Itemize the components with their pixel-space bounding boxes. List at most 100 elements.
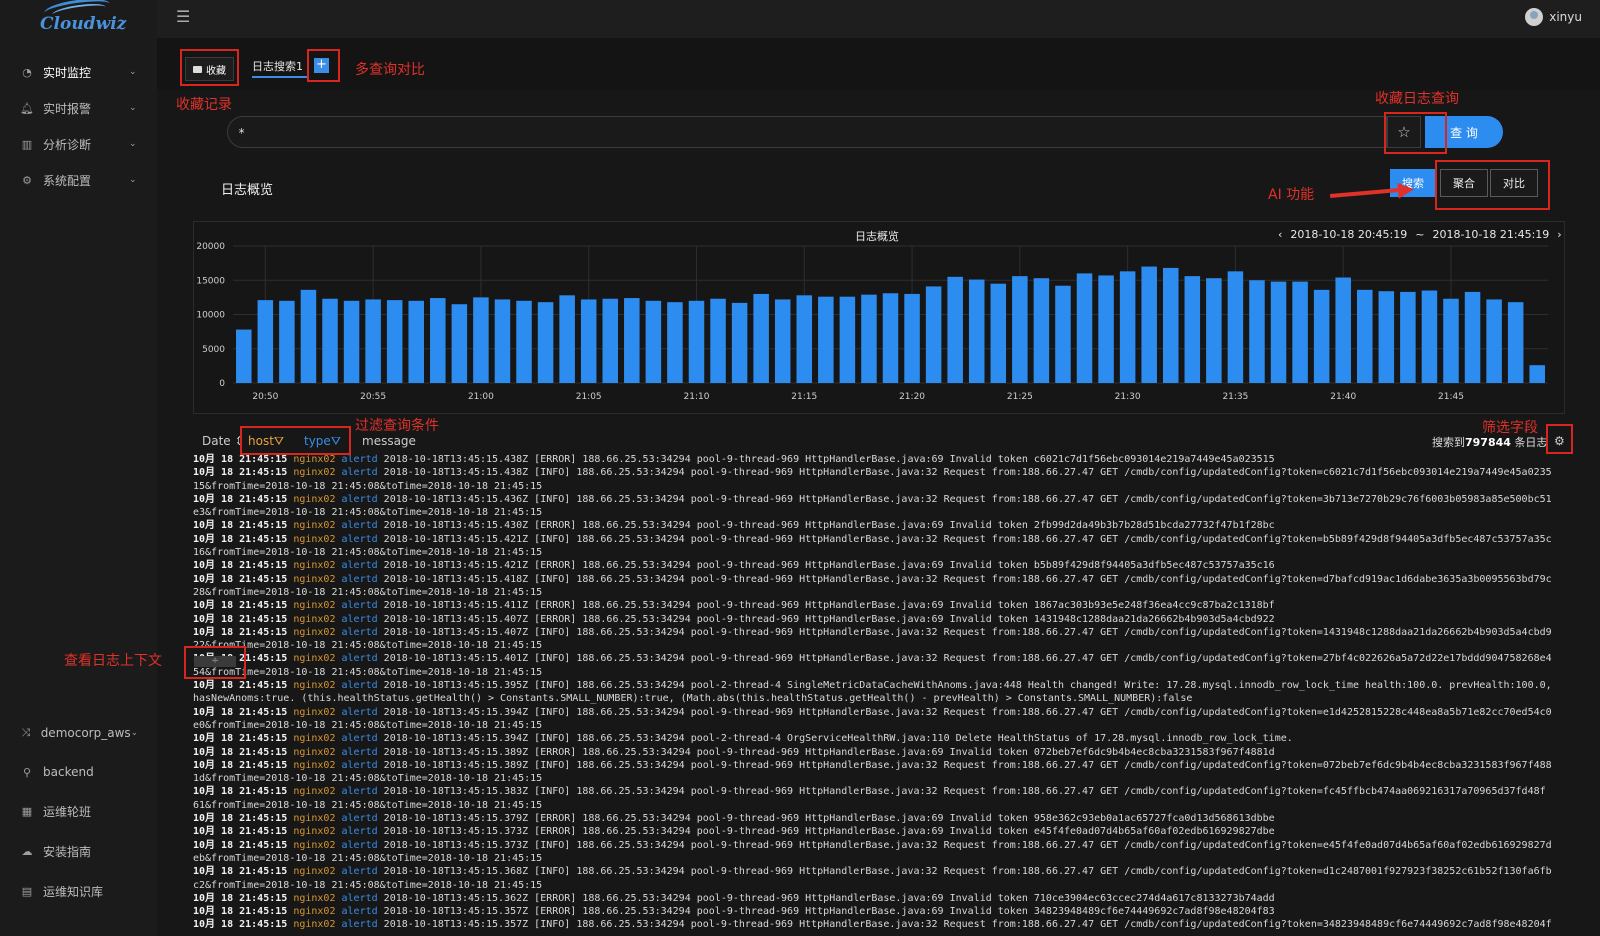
log-host[interactable]: nginx02 <box>293 813 335 824</box>
chart-bar[interactable] <box>580 299 597 383</box>
chart-bar[interactable] <box>1529 365 1545 383</box>
chart-bar[interactable] <box>386 300 403 383</box>
log-type[interactable]: alertd <box>342 919 378 930</box>
chart-bar[interactable] <box>430 298 446 383</box>
chart-bar[interactable] <box>1378 291 1395 383</box>
chart-bar[interactable] <box>473 297 489 383</box>
chart-bar[interactable] <box>300 289 317 383</box>
chart-bar[interactable] <box>774 299 791 383</box>
log-type[interactable]: alertd <box>342 707 378 718</box>
log-row[interactable]: 10月 18 21:45:15 nginx02 alertd 2018-10-1… <box>193 453 1563 466</box>
log-type[interactable]: alertd <box>342 560 378 571</box>
log-host[interactable]: nginx02 <box>293 733 335 744</box>
log-row[interactable]: 10月 18 21:45:15 nginx02 alertd 2018-10-1… <box>193 905 1563 918</box>
log-type[interactable]: alertd <box>342 840 378 851</box>
log-host[interactable]: nginx02 <box>293 534 335 545</box>
log-row[interactable]: 10月 18 21:45:15 nginx02 alertd 2018-10-1… <box>193 918 1563 931</box>
chart-bar[interactable] <box>1486 299 1502 383</box>
log-row[interactable]: 10月 18 21:45:15 nginx02 alertd 2018-10-1… <box>193 759 1563 772</box>
log-host[interactable]: nginx02 <box>293 747 335 758</box>
chart-bar[interactable] <box>257 300 274 383</box>
log-row[interactable]: 10月 18 21:45:15 nginx02 alertd 2018-10-1… <box>193 519 1563 532</box>
chart-bar[interactable] <box>1507 302 1524 383</box>
log-type[interactable]: alertd <box>342 534 378 545</box>
log-type[interactable]: alertd <box>342 627 378 638</box>
chart-bar[interactable] <box>516 300 532 383</box>
sidebar-item-knowledge-base[interactable]: ▤ 运维知识库 <box>0 878 157 904</box>
sidebar-item-oncall[interactable]: ▦ 运维轮班 <box>0 798 157 824</box>
log-row[interactable]: 10月 18 21:45:15 nginx02 alertd 2018-10-1… <box>193 839 1563 852</box>
log-type[interactable]: alertd <box>342 786 378 797</box>
chart-bar[interactable] <box>322 298 338 383</box>
log-type[interactable]: alertd <box>342 520 378 531</box>
chart-bar[interactable] <box>1464 291 1481 383</box>
chart-bar[interactable] <box>861 294 877 383</box>
log-type[interactable]: alertd <box>342 614 378 625</box>
log-host[interactable]: nginx02 <box>293 454 335 465</box>
search-input[interactable] <box>236 121 1360 145</box>
chart-bar[interactable] <box>1119 271 1136 383</box>
log-row[interactable]: 10月 18 21:45:15 nginx02 alertd 2018-10-1… <box>193 825 1563 838</box>
chart-bar[interactable] <box>494 299 511 383</box>
log-host[interactable]: nginx02 <box>293 826 335 837</box>
log-host[interactable]: nginx02 <box>293 680 335 691</box>
log-row[interactable]: 10月 18 21:45:15 nginx02 alertd 2018-10-1… <box>193 559 1563 572</box>
log-host[interactable]: nginx02 <box>293 919 335 930</box>
sidebar-item-install-guide[interactable]: ☁ 安装指南 <box>0 838 157 864</box>
log-host[interactable]: nginx02 <box>293 627 335 638</box>
chart-bar[interactable] <box>1313 289 1330 383</box>
chart-bar[interactable] <box>1335 277 1351 383</box>
chart-bar[interactable] <box>710 298 726 383</box>
log-host[interactable]: nginx02 <box>293 560 335 571</box>
column-date[interactable]: Date ⇕ <box>202 434 245 448</box>
log-row[interactable]: 10月 18 21:45:15 nginx02 alertd 2018-10-1… <box>193 812 1563 825</box>
chart-bar[interactable] <box>1076 273 1093 383</box>
chart-bar[interactable] <box>559 295 575 383</box>
log-type[interactable]: alertd <box>342 680 378 691</box>
chart-bar[interactable] <box>1055 285 1071 383</box>
sidebar-item-analysis[interactable]: ▥ 分析诊断 ⌄ <box>0 131 157 157</box>
log-host[interactable]: nginx02 <box>293 467 335 478</box>
log-row[interactable]: 10月 18 21:45:15 nginx02 alertd 2018-10-1… <box>193 573 1563 586</box>
log-row[interactable]: 10月 18 21:45:15 nginx02 alertd 2018-10-1… <box>193 613 1563 626</box>
chart-bar[interactable] <box>365 299 381 383</box>
log-row[interactable]: 10月 18 21:45:15 nginx02 alertd 2018-10-1… <box>193 706 1563 719</box>
log-type[interactable]: alertd <box>342 600 378 611</box>
log-host[interactable]: nginx02 <box>293 840 335 851</box>
sidebar-item-backend[interactable]: ⚲ backend <box>0 759 157 785</box>
menu-toggle-icon[interactable]: ☰ <box>176 9 192 25</box>
chart-bar[interactable] <box>1292 281 1308 383</box>
chart-bar[interactable] <box>1227 271 1244 383</box>
log-row[interactable]: 10月 18 21:45:15 nginx02 alertd 2018-10-1… <box>193 746 1563 759</box>
log-row[interactable]: 10月 18 21:45:15 nginx02 alertd 2018-10-1… <box>193 785 1563 798</box>
log-host[interactable]: nginx02 <box>293 653 335 664</box>
log-row[interactable]: 10月 18 21:45:15 nginx02 alertd 2018-10-1… <box>193 533 1563 546</box>
chart-bar[interactable] <box>1270 281 1287 383</box>
log-type[interactable]: alertd <box>342 653 378 664</box>
log-host[interactable]: nginx02 <box>293 707 335 718</box>
chart-bar[interactable] <box>1421 290 1438 383</box>
log-type[interactable]: alertd <box>342 866 378 877</box>
chart-bar[interactable] <box>624 298 640 383</box>
chart-bar[interactable] <box>925 286 942 383</box>
chart-bar[interactable] <box>645 300 662 383</box>
log-type[interactable]: alertd <box>342 454 378 465</box>
log-row[interactable]: 10月 18 21:45:15 nginx02 alertd 2018-10-1… <box>193 865 1563 878</box>
chart-bar[interactable] <box>451 304 468 383</box>
log-host[interactable]: nginx02 <box>293 786 335 797</box>
tab-log-search-1[interactable]: 日志搜索1 <box>252 58 303 74</box>
log-type[interactable]: alertd <box>342 826 378 837</box>
user-menu[interactable]: xinyu <box>1525 8 1582 26</box>
log-host[interactable]: nginx02 <box>293 494 335 505</box>
chart-bar[interactable] <box>1357 289 1373 383</box>
chart-bar[interactable] <box>753 293 769 383</box>
chart-bar[interactable] <box>1012 276 1028 383</box>
chart-bar[interactable] <box>1141 266 1157 383</box>
log-type[interactable]: alertd <box>342 467 378 478</box>
chart-bar[interactable] <box>1184 276 1201 383</box>
log-type[interactable]: alertd <box>342 494 378 505</box>
log-row[interactable]: 10月 18 21:45:15 nginx02 alertd 2018-10-1… <box>193 652 1563 665</box>
chart-bar[interactable] <box>818 296 834 383</box>
chart-bar[interactable] <box>947 276 963 383</box>
log-type[interactable]: alertd <box>342 813 378 824</box>
